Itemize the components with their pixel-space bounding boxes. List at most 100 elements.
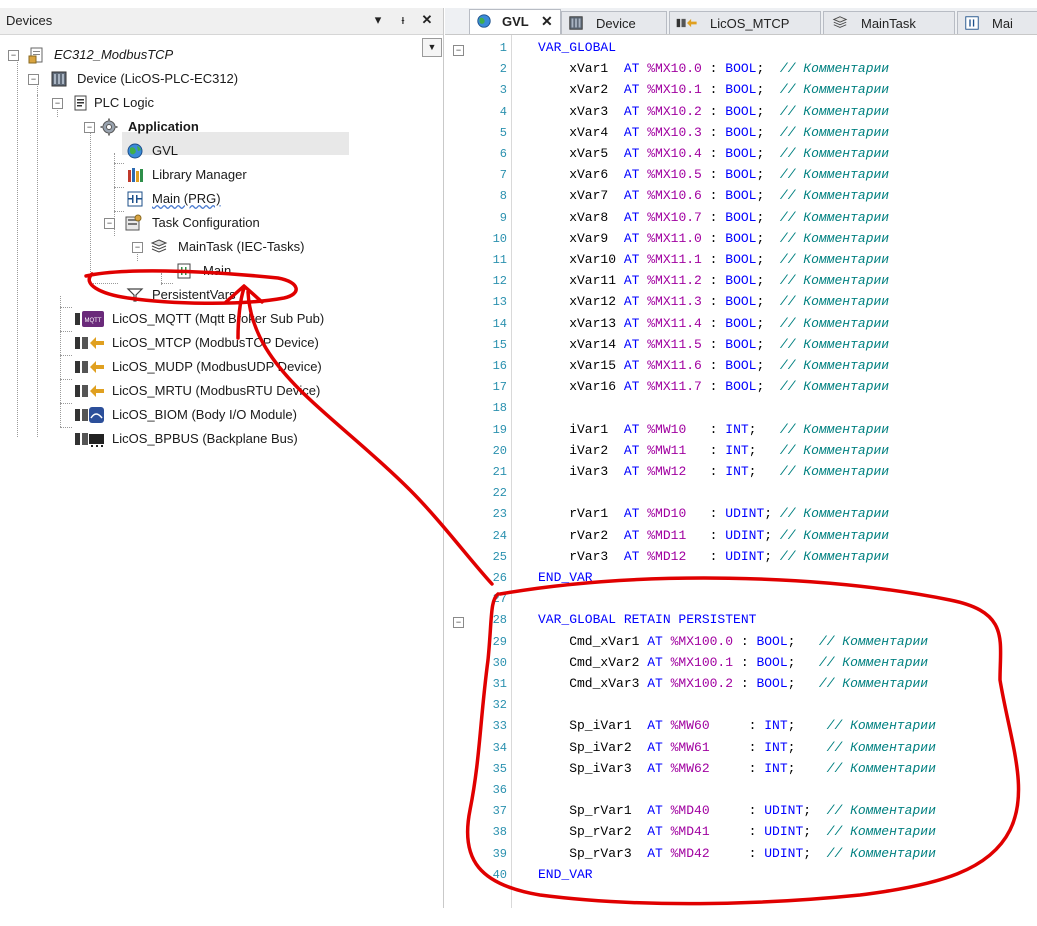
io-module-icon: [75, 407, 104, 423]
code-token: // Комментарии: [779, 167, 890, 183]
tree-item-label: LicOS_BIOM (Body I/O Module): [112, 407, 297, 422]
code-token: // Комментарии: [818, 676, 929, 691]
code-token: iVar1: [538, 421, 624, 437]
tree-item-label: MainTask (IEC-Tasks): [178, 239, 305, 254]
tree-item-main-prg[interactable]: Main (PRG): [124, 188, 324, 210]
code-text-area[interactable]: VAR_GLOBAL xVar1 AT %MX10.0 : BOOL; // К…: [511, 35, 1037, 908]
collapse-toggle[interactable]: −: [84, 122, 95, 133]
collapse-toggle[interactable]: −: [132, 242, 143, 253]
code-token: rVar3: [538, 548, 624, 564]
tree-item-label: LicOS_MQTT (Mqtt Broker Sub Pub): [112, 311, 325, 326]
code-token: %MX11.4: [639, 315, 702, 331]
tree-item-label: Device (LicOS-PLC-EC312): [77, 71, 239, 86]
code-token: AT: [623, 273, 640, 289]
tab-main[interactable]: Mai: [957, 11, 1037, 34]
code-token: // Комментарии: [779, 358, 890, 373]
tab-label: LicOS_MTCP: [710, 16, 790, 31]
tree-item-main-call[interactable]: Main: [173, 260, 323, 282]
code-token: ;: [787, 633, 819, 649]
code-token: AT: [647, 676, 663, 691]
close-panel-button[interactable]: ✕: [419, 12, 435, 28]
tab-label: Device: [596, 16, 636, 31]
code-token: :: [740, 718, 765, 734]
fold-toggle[interactable]: −: [453, 45, 464, 56]
tree-item-maintask[interactable]: − MainTask (IEC-Tasks): [132, 236, 382, 258]
tree-item-licos-mtcp[interactable]: LicOS_MTCP (ModbusTCP Device): [72, 332, 372, 354]
code-token: AT: [623, 315, 640, 331]
pin-icon[interactable]: ᵻ: [395, 12, 411, 27]
code-token: Sp_iVar3: [538, 760, 648, 776]
tree-item-device[interactable]: − Device (LicOS-PLC-EC312): [28, 68, 388, 90]
code-token: :: [701, 230, 726, 246]
code-token: :: [701, 252, 726, 267]
line-number: 18: [492, 401, 507, 416]
tree-item-project[interactable]: − EC312_ModbusTCP: [8, 44, 428, 66]
task-stack-icon: [150, 239, 168, 253]
tab-device[interactable]: Device: [561, 11, 667, 34]
filter-icon: [126, 288, 144, 302]
code-token: xVar5: [538, 146, 624, 161]
tree-item-application[interactable]: − Application: [84, 116, 384, 138]
code-token: // Комментарии: [779, 421, 890, 437]
code-token: :: [740, 845, 765, 861]
code-token: Sp_rVar2: [538, 824, 648, 840]
code-token: ;: [803, 824, 827, 840]
code-line: Sp_iVar1 AT %MW60 : INT; // Комментарии: [538, 718, 936, 733]
code-token: // Комментарии: [818, 654, 929, 670]
collapse-toggle[interactable]: −: [8, 50, 19, 61]
tree-item-licos-mqtt[interactable]: MQTT LicOS_MQTT (Mqtt Broker Sub Pub): [72, 308, 372, 330]
code-token: AT: [647, 633, 663, 649]
code-line: xVar10 AT %MX11.1 : BOOL; // Комментарии: [538, 252, 889, 267]
tree-item-task-configuration[interactable]: − Task Configuration: [104, 212, 354, 234]
devices-panel-title: Devices: [6, 13, 53, 28]
svg-text:MQTT: MQTT: [85, 318, 102, 324]
code-line: xVar15 AT %MX11.6 : BOOL; // Комментарии: [538, 358, 889, 373]
close-tab-button[interactable]: ✕: [541, 13, 553, 30]
code-token: ;: [756, 336, 780, 352]
code-token: %MX100.0: [662, 633, 734, 649]
code-token: // Комментарии: [779, 209, 890, 225]
collapse-toggle[interactable]: −: [28, 74, 39, 85]
code-token: Cmd_xVar2: [538, 654, 648, 670]
fold-toggle[interactable]: −: [453, 617, 464, 629]
code-token: ;: [756, 82, 780, 98]
tree-item-library-manager[interactable]: Library Manager: [124, 164, 324, 186]
collapse-toggle[interactable]: −: [52, 98, 63, 109]
code-token: AT: [623, 506, 640, 522]
code-token: ;: [803, 803, 827, 819]
tree-item-gvl[interactable]: GVL: [124, 140, 324, 162]
line-number: 17: [492, 380, 507, 395]
code-token: // Комментарии: [826, 739, 936, 755]
tab-gvl[interactable]: GVL ✕: [469, 9, 561, 34]
tab-licos-mtcp[interactable]: LicOS_MTCP: [669, 11, 821, 34]
code-token: %MX100.2: [662, 676, 734, 691]
tree-item-label: LicOS_MUDP (ModbusUDP Device): [112, 359, 322, 374]
code-token: AT: [623, 61, 640, 77]
code-token: :: [701, 358, 726, 373]
code-token: :: [701, 82, 726, 98]
code-line: Sp_iVar2 AT %MW61 : INT; // Комментарии: [538, 740, 936, 755]
tree-item-licos-bpbus[interactable]: LicOS_BPBUS (Backplane Bus): [72, 428, 372, 450]
code-token: AT: [623, 336, 640, 352]
tree-item-label: Main (PRG): [152, 191, 221, 206]
tree-item-licos-mudp[interactable]: LicOS_MUDP (ModbusUDP Device): [72, 356, 372, 378]
tab-maintask[interactable]: MainTask: [823, 11, 955, 34]
code-token: AT: [647, 654, 663, 670]
tree-item-licos-biom[interactable]: LicOS_BIOM (Body I/O Module): [72, 404, 372, 426]
collapse-toggle[interactable]: −: [104, 218, 115, 229]
code-token: BOOL: [725, 124, 757, 140]
code-token: INT: [725, 421, 749, 437]
panel-dropdown-button[interactable]: ▾: [370, 12, 386, 28]
tree-item-licos-mrtu[interactable]: LicOS_MRTU (ModbusRTU Device): [72, 380, 372, 402]
code-token: AT: [647, 718, 663, 734]
code-token: %MW12: [639, 464, 702, 479]
code-token: xVar2: [538, 82, 624, 98]
line-number: 26: [492, 571, 507, 585]
code-token: AT: [623, 146, 640, 161]
tree-item-plc-logic[interactable]: − PLC Logic: [52, 92, 352, 114]
code-token: %MD41: [662, 824, 741, 840]
code-line: xVar9 AT %MX11.0 : BOOL; // Комментарии: [538, 231, 889, 246]
code-token: %MX11.6: [639, 358, 702, 373]
tree-item-persistentvars[interactable]: PersistentVars: [124, 284, 324, 306]
tree-item-label: LicOS_MTCP (ModbusTCP Device): [112, 335, 319, 350]
